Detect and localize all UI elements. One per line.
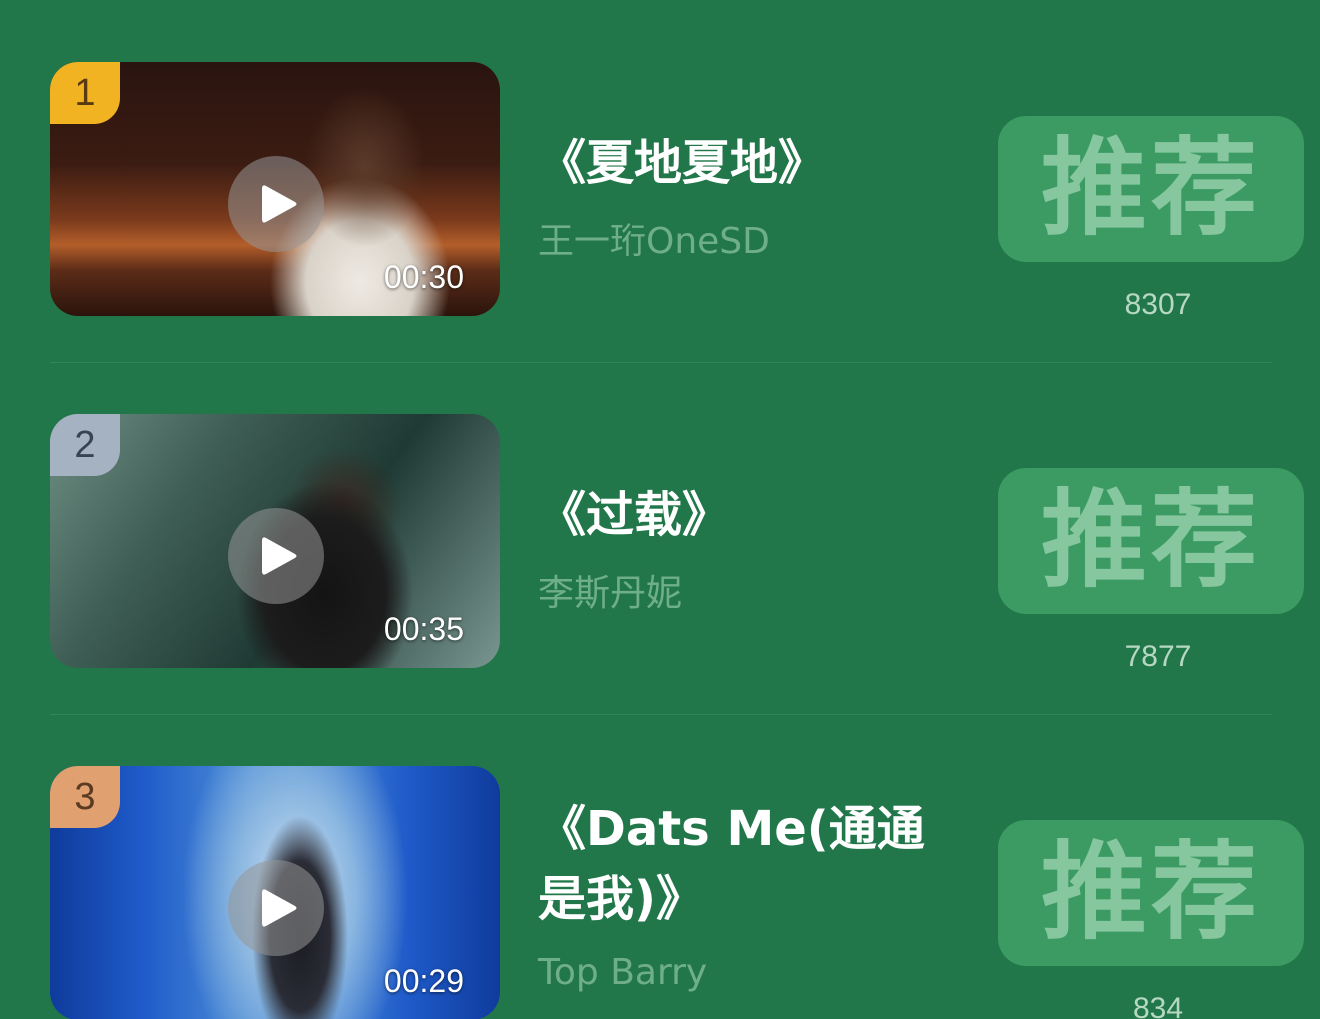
- video-duration: 00:29: [383, 963, 464, 999]
- song-title[interactable]: 《过载》: [538, 480, 958, 550]
- recommend-button-label: 推荐: [1041, 127, 1261, 250]
- play-icon: [262, 537, 297, 575]
- list-item[interactable]: 1 00:30 《夏地夏地》 王一珩OneSD 推荐 8307: [0, 0, 1320, 363]
- song-title[interactable]: 《Dats Me(通通是我)》: [538, 794, 958, 934]
- recommend-count: 834: [1132, 992, 1184, 1019]
- recommend-button[interactable]: 推荐: [998, 468, 1304, 614]
- artist-name[interactable]: 李斯丹妮: [538, 564, 682, 616]
- video-duration: 00:30: [383, 259, 464, 295]
- recommend-count: 8307: [1124, 288, 1192, 321]
- artist-name[interactable]: Top Barry: [538, 952, 707, 993]
- recommend-button-label: 推荐: [1041, 831, 1261, 954]
- rank-badge: 1: [50, 62, 120, 124]
- list-item[interactable]: 3 00:29 《Dats Me(通通是我)》 Top Barry 推荐 834: [0, 704, 1320, 1019]
- recommend-count: 7877: [1124, 640, 1192, 673]
- video-thumbnail[interactable]: 2 00:35: [50, 414, 500, 668]
- recommend-button[interactable]: 推荐: [998, 820, 1304, 966]
- video-duration: 00:35: [383, 611, 464, 647]
- video-thumbnail[interactable]: 1 00:30: [50, 62, 500, 316]
- play-icon: [262, 185, 297, 223]
- rank-badge: 2: [50, 414, 120, 476]
- play-button[interactable]: [228, 860, 324, 956]
- song-title[interactable]: 《夏地夏地》: [538, 128, 958, 198]
- rank-badge: 3: [50, 766, 120, 828]
- video-thumbnail[interactable]: 3 00:29: [50, 766, 500, 1019]
- play-button[interactable]: [228, 156, 324, 252]
- list-item[interactable]: 2 00:35 《过载》 李斯丹妮 推荐 7877: [0, 352, 1320, 715]
- ranking-list: 1 00:30 《夏地夏地》 王一珩OneSD 推荐 8307 2 00:35: [0, 0, 1320, 1019]
- play-button[interactable]: [228, 508, 324, 604]
- recommend-button-label: 推荐: [1041, 479, 1261, 602]
- artist-name[interactable]: 王一珩OneSD: [538, 212, 770, 264]
- play-icon: [262, 889, 297, 927]
- recommend-button[interactable]: 推荐: [998, 116, 1304, 262]
